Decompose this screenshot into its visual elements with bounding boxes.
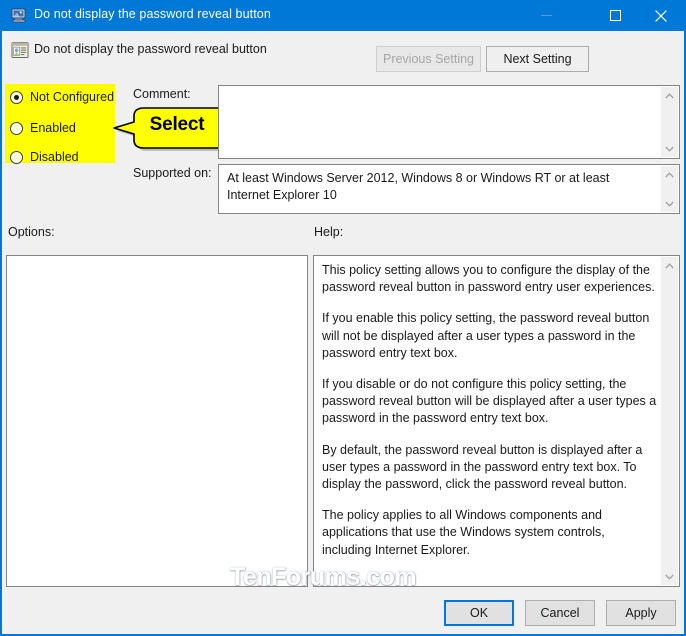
help-content: This policy setting allows you to config… — [322, 262, 657, 559]
chevron-down-icon[interactable] — [661, 568, 678, 585]
chevron-down-icon[interactable] — [661, 195, 678, 212]
radio-disabled-label: Disabled — [30, 150, 79, 164]
close-button[interactable] — [638, 0, 684, 31]
window-title: Do not display the password reveal butto… — [34, 7, 271, 21]
maximize-icon — [609, 10, 621, 21]
policy-setting-icon — [11, 41, 29, 59]
radio-disabled[interactable]: Disabled — [10, 147, 79, 167]
help-scrollbar[interactable] — [661, 257, 678, 585]
previous-setting-button[interactable]: Previous Setting — [376, 46, 481, 72]
help-label: Help: — [314, 225, 344, 239]
supported-on-label: Supported on: — [133, 166, 212, 180]
radio-not-configured-label: Not Configured — [30, 90, 115, 104]
options-panel[interactable] — [6, 255, 308, 587]
computer-icon — [11, 8, 27, 23]
group-policy-setting-dialog: Do not display the password reveal butto… — [0, 0, 686, 636]
help-paragraph: If you enable this policy setting, the p… — [322, 311, 650, 360]
radio-enabled[interactable]: Enabled — [10, 118, 76, 138]
minimize-icon — [540, 15, 552, 16]
cancel-button[interactable]: Cancel — [525, 600, 595, 626]
chevron-down-icon[interactable] — [661, 140, 678, 157]
radio-enabled-label: Enabled — [30, 121, 76, 135]
help-paragraph: If you disable or do not configure this … — [322, 377, 657, 426]
options-label: Options: — [8, 225, 55, 239]
supported-on-field[interactable]: At least Windows Server 2012, Windows 8 … — [218, 164, 680, 214]
comment-scrollbar[interactable] — [661, 87, 678, 157]
radio-not-configured[interactable]: Not Configured — [10, 87, 114, 107]
help-panel: This policy setting allows you to config… — [313, 255, 680, 587]
minimize-button[interactable] — [523, 0, 569, 31]
supported-on-value: At least Windows Server 2012, Windows 8 … — [227, 171, 610, 202]
next-setting-button[interactable]: Next Setting — [486, 46, 589, 72]
title-bar: Do not display the password reveal butto… — [0, 0, 686, 31]
help-paragraph: By default, the password reveal button i… — [322, 442, 643, 492]
radio-unselected-icon — [10, 121, 23, 135]
comment-label: Comment: — [133, 87, 191, 101]
chevron-up-icon[interactable] — [661, 166, 678, 183]
ok-button[interactable]: OK — [444, 600, 514, 626]
chevron-up-icon[interactable] — [661, 257, 678, 274]
radio-unselected-icon — [10, 150, 23, 164]
apply-button[interactable]: Apply — [606, 600, 676, 626]
chevron-up-icon[interactable] — [661, 87, 678, 104]
maximize-button[interactable] — [592, 0, 638, 31]
help-paragraph: The policy applies to all Windows compon… — [322, 508, 605, 557]
radio-selected-icon — [10, 90, 23, 104]
comment-textarea[interactable] — [218, 85, 680, 159]
setting-name-heading: Do not display the password reveal butto… — [34, 42, 267, 56]
supported-on-scrollbar[interactable] — [661, 166, 678, 212]
help-paragraph: This policy setting allows you to config… — [322, 263, 655, 295]
close-icon — [655, 9, 667, 22]
callout-label: Select — [149, 114, 205, 135]
